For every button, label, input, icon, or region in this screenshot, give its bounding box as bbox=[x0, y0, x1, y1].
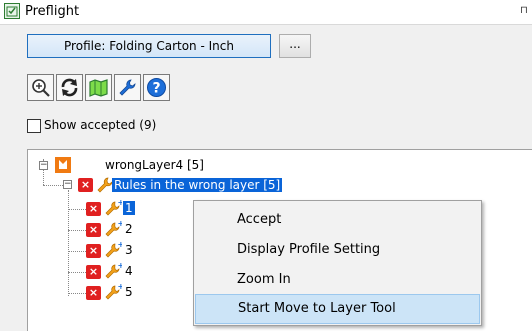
layer-icon bbox=[55, 157, 71, 173]
refresh-icon bbox=[61, 78, 78, 97]
tree-root-label: wrongLayer4 [5] bbox=[105, 158, 204, 172]
collapse-group-toggle[interactable]: − bbox=[63, 180, 72, 189]
window-title: Preflight bbox=[25, 4, 80, 19]
preflight-icon bbox=[4, 3, 20, 19]
tree-item-label: 5 bbox=[125, 285, 133, 299]
error-icon: × bbox=[86, 223, 101, 237]
show-accepted-checkbox[interactable] bbox=[27, 119, 41, 133]
zoom-in-icon bbox=[32, 79, 50, 97]
help-icon: ? bbox=[147, 78, 166, 97]
rule-wrench-icon: + bbox=[105, 283, 123, 300]
settings-button[interactable] bbox=[114, 74, 141, 101]
menu-item-zoom-in[interactable]: Zoom In bbox=[195, 265, 480, 295]
error-icon: × bbox=[86, 202, 101, 216]
tree-item-label: 3 bbox=[125, 243, 133, 257]
map-button[interactable] bbox=[85, 74, 112, 101]
svg-text:+: + bbox=[118, 220, 123, 228]
rule-wrench-icon: + bbox=[105, 220, 123, 237]
wrench-icon bbox=[119, 79, 136, 96]
tree-item-label: 2 bbox=[125, 222, 133, 236]
svg-text:+: + bbox=[118, 262, 123, 270]
pin-icon[interactable]: ⊓ bbox=[520, 4, 528, 18]
menu-item-start-move-to-layer-tool[interactable]: Start Move to Layer Tool bbox=[195, 294, 480, 324]
tree-item-label: 4 bbox=[125, 264, 133, 278]
error-icon: × bbox=[86, 244, 101, 258]
map-icon bbox=[89, 79, 108, 97]
title-bar: Preflight ⊓ bbox=[0, 0, 532, 25]
svg-text:?: ? bbox=[152, 81, 160, 97]
svg-text:+: + bbox=[118, 283, 123, 291]
context-menu: Accept Display Profile Setting Zoom In S… bbox=[193, 200, 482, 326]
tree-group-label: Rules in the wrong layer [5] bbox=[112, 178, 283, 192]
menu-item-display-profile-setting[interactable]: Display Profile Setting bbox=[195, 235, 480, 265]
refresh-button[interactable] bbox=[56, 74, 83, 101]
error-icon: × bbox=[78, 178, 93, 192]
error-icon: × bbox=[86, 286, 101, 300]
rule-wrench-icon: + bbox=[105, 262, 123, 279]
profile-button[interactable]: Profile: Folding Carton - Inch bbox=[27, 34, 271, 58]
collapse-root-toggle[interactable]: − bbox=[39, 161, 48, 170]
error-icon: × bbox=[86, 265, 101, 279]
menu-item-accept[interactable]: Accept bbox=[195, 205, 480, 235]
tree-item-label: 1 bbox=[123, 201, 135, 215]
svg-text:+: + bbox=[118, 199, 123, 207]
zoom-in-button[interactable] bbox=[27, 74, 54, 101]
show-accepted-label: Show accepted (9) bbox=[44, 118, 157, 132]
svg-text:+: + bbox=[118, 241, 123, 249]
rule-wrench-icon: + bbox=[105, 199, 123, 216]
profile-more-button[interactable]: ... bbox=[279, 34, 311, 58]
help-button[interactable]: ? bbox=[143, 74, 170, 101]
rule-wrench-icon: + bbox=[105, 241, 123, 258]
